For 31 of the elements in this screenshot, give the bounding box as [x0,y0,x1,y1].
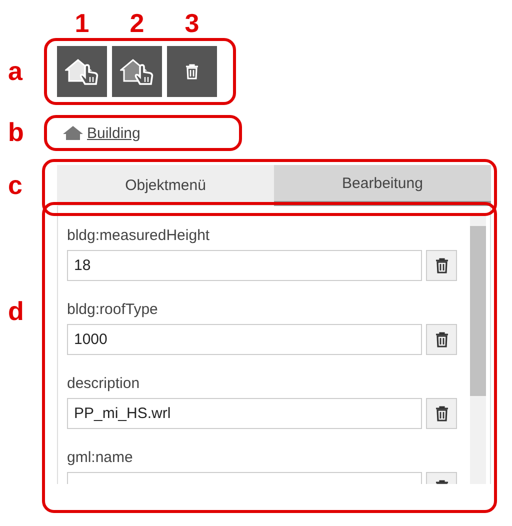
select-building-button[interactable] [57,46,107,97]
house-icon [63,126,83,140]
field-label: gml:name [67,448,134,468]
annotation-letter: c [8,170,22,200]
trash-icon [434,331,448,348]
input-field[interactable]: 18 [67,250,422,281]
delete-button[interactable] [426,324,457,355]
select-building-button[interactable] [112,46,162,97]
tab[interactable]: Bearbeitung [274,165,491,206]
field-label: bldg:measuredHeight [67,226,211,246]
annotation-number: 2 [128,8,146,38]
annotation-number: 1 [74,8,90,38]
field-label: description [67,374,141,394]
annotation-number: 3 [184,8,200,38]
input-field[interactable]: PP_mi_HS.wrl [67,398,422,429]
delete-button[interactable] [426,398,457,429]
breadcrumb-link[interactable]: Building [87,124,140,142]
house-hand-icon [120,56,154,86]
annotation-letter: b [8,117,24,147]
annotation-letter: a [8,56,22,86]
tab[interactable]: Objektmenü [57,165,274,206]
trash-icon [434,405,448,422]
delete-button[interactable] [426,250,457,281]
annotation-letter: d [8,296,24,326]
house-hand-icon [65,56,99,86]
delete-button[interactable] [167,46,217,97]
scrollbar[interactable] [470,216,486,484]
input-field[interactable]: 1000 [67,324,422,355]
field-label: bldg:roofType [67,300,159,320]
trash-icon [185,63,199,80]
trash-icon [434,257,448,274]
